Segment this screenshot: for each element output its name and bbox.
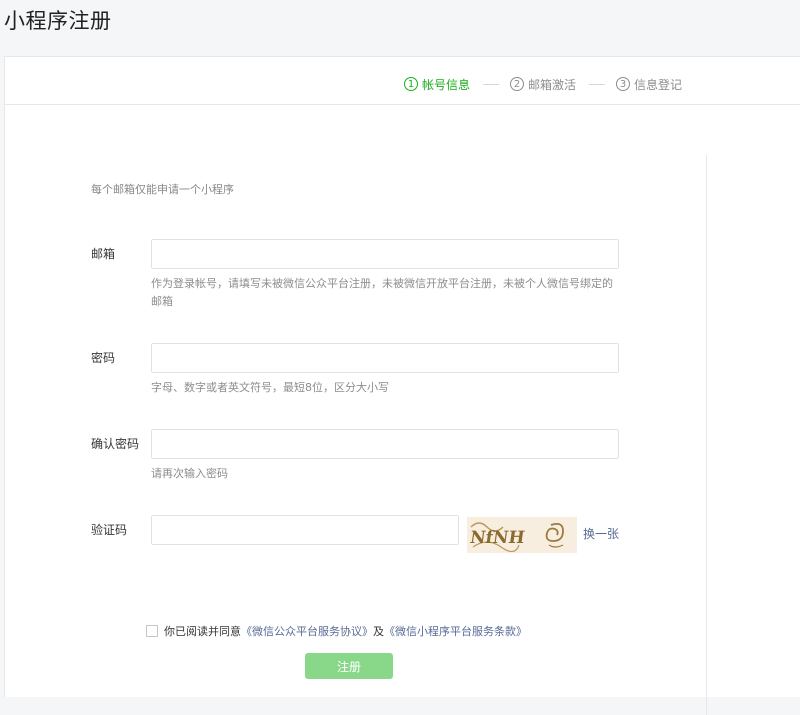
captcha-input[interactable] bbox=[151, 515, 459, 545]
agreement-row: 你已阅读并同意 《微信公众平台服务协议》 及 《微信小程序平台服务条款》 bbox=[146, 623, 527, 639]
step-connector bbox=[483, 84, 499, 85]
form-notice: 每个邮箱仅能申请一个小程序 bbox=[91, 183, 234, 196]
step-connector bbox=[589, 84, 605, 85]
step-label: 信息登记 bbox=[634, 77, 683, 92]
password-help: 字母、数字或者英文符号，最短8位，区分大小写 bbox=[151, 381, 389, 394]
email-help: 作为登录帐号，请填写未被微信公众平台注册，未被微信开放平台注册，未被个人微信号绑… bbox=[151, 277, 613, 308]
captcha-label: 验证码 bbox=[91, 523, 128, 537]
service-agreement-link[interactable]: 《微信公众平台服务协议》 bbox=[241, 623, 373, 639]
confirm-password-field[interactable] bbox=[151, 429, 619, 459]
password-label: 密码 bbox=[91, 351, 116, 365]
side-divider bbox=[706, 155, 707, 715]
agreement-prefix: 你已阅读并同意 bbox=[164, 625, 241, 638]
agreement-and: 及 bbox=[373, 625, 384, 638]
steps-bar: 1 帐号信息 2 邮箱激活 3 信息登记 bbox=[5, 57, 800, 105]
step-email-activation: 2 邮箱激活 bbox=[510, 75, 576, 93]
confirm-password-help: 请再次输入密码 bbox=[151, 467, 228, 480]
page-title: 小程序注册 bbox=[4, 9, 112, 33]
password-field[interactable] bbox=[151, 343, 619, 373]
step-label: 邮箱激活 bbox=[528, 77, 577, 92]
step-account-info: 1 帐号信息 bbox=[404, 75, 470, 93]
registration-card: 1 帐号信息 2 邮箱激活 3 信息登记 每个邮箱仅能申请一个小程序 邮箱 作为… bbox=[4, 56, 800, 715]
step-number-1: 1 bbox=[404, 77, 418, 91]
step-number-2: 2 bbox=[510, 77, 524, 91]
confirm-password-label: 确认密码 bbox=[91, 437, 140, 451]
agreement-checkbox[interactable] bbox=[146, 625, 158, 637]
captcha-image[interactable]: NfNH bbox=[467, 517, 577, 553]
register-button[interactable]: 注册 bbox=[305, 653, 393, 679]
captcha-text: NfNH bbox=[469, 528, 526, 548]
email-field[interactable] bbox=[151, 239, 619, 269]
service-terms-link[interactable]: 《微信小程序平台服务条款》 bbox=[384, 623, 527, 639]
captcha-graphic: NfNH bbox=[467, 517, 577, 553]
step-number-3: 3 bbox=[616, 77, 630, 91]
step-info-registration: 3 信息登记 bbox=[616, 75, 682, 93]
captcha-refresh-link[interactable]: 换一张 bbox=[583, 525, 619, 542]
step-label: 帐号信息 bbox=[422, 77, 471, 92]
email-label: 邮箱 bbox=[91, 247, 116, 261]
